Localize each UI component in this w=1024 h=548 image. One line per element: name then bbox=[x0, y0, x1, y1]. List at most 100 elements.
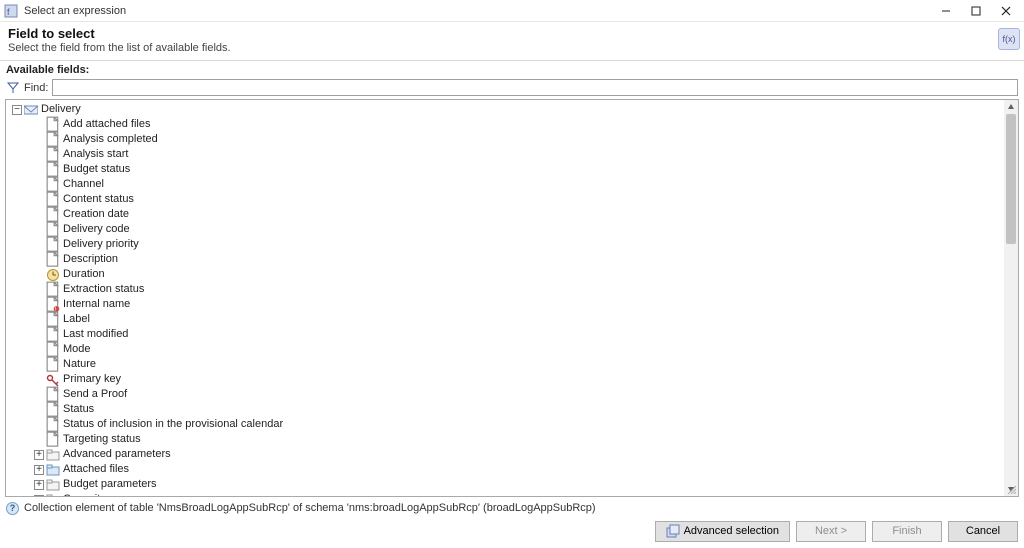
tree-item-label: Add attached files bbox=[63, 117, 150, 132]
vertical-scrollbar[interactable] bbox=[1004, 100, 1018, 496]
maximize-button[interactable] bbox=[962, 1, 990, 21]
expander-blank bbox=[34, 150, 44, 160]
expander-blank bbox=[34, 300, 44, 310]
expander-blank bbox=[34, 195, 44, 205]
tree-container: − Delivery Add attached filesAnalysis co… bbox=[5, 99, 1019, 497]
tree-item[interactable]: Creation date bbox=[6, 207, 1004, 222]
tree-item-label: Budget parameters bbox=[63, 477, 157, 492]
tree-root-delivery[interactable]: − Delivery bbox=[6, 102, 1004, 117]
doc-icon bbox=[46, 313, 60, 327]
minimize-button[interactable] bbox=[932, 1, 960, 21]
tree-item[interactable]: Status of inclusion in the provisional c… bbox=[6, 417, 1004, 432]
tree-item-label: Capacity bbox=[63, 492, 106, 496]
folder-icon bbox=[46, 493, 60, 497]
tree-item-label: Primary key bbox=[63, 372, 121, 387]
tree-item-label: Content status bbox=[63, 192, 134, 207]
tree-item-label: Status of inclusion in the provisional c… bbox=[63, 417, 283, 432]
tree[interactable]: − Delivery Add attached filesAnalysis co… bbox=[6, 100, 1004, 496]
tree-item-label: Analysis start bbox=[63, 147, 128, 162]
tree-item[interactable]: +Advanced parameters bbox=[6, 447, 1004, 462]
clock-icon bbox=[46, 268, 60, 282]
cancel-button[interactable]: Cancel bbox=[948, 521, 1018, 542]
doc-icon bbox=[46, 343, 60, 357]
expander-blank bbox=[34, 255, 44, 265]
close-button[interactable] bbox=[992, 1, 1020, 21]
expander-blank bbox=[34, 210, 44, 220]
tree-item[interactable]: Nature bbox=[6, 357, 1004, 372]
folder-icon bbox=[46, 478, 60, 492]
tree-item[interactable]: Content status bbox=[6, 192, 1004, 207]
tree-item-label: Duration bbox=[63, 267, 105, 282]
tree-item[interactable]: + Budget parameters bbox=[6, 477, 1004, 492]
expression-icon: f(x) bbox=[998, 28, 1020, 50]
doc-icon bbox=[46, 238, 60, 252]
tree-item[interactable]: Channel bbox=[6, 177, 1004, 192]
doc-icon bbox=[46, 118, 60, 132]
tree-item[interactable]: Targeting status bbox=[6, 432, 1004, 447]
doc-icon bbox=[46, 148, 60, 162]
tree-item[interactable]: Analysis start bbox=[6, 147, 1004, 162]
tree-item[interactable]: Add attached files bbox=[6, 117, 1004, 132]
expander-blank bbox=[34, 345, 44, 355]
app-icon: f bbox=[4, 4, 18, 18]
doc-icon bbox=[46, 178, 60, 192]
folder-blue-icon bbox=[46, 463, 60, 477]
expander-blank bbox=[34, 225, 44, 235]
delivery-icon bbox=[24, 104, 38, 116]
tree-item[interactable]: Send a Proof bbox=[6, 387, 1004, 402]
expander-plus-icon[interactable]: + bbox=[34, 465, 44, 475]
titlebar: f Select an expression bbox=[0, 0, 1024, 22]
expander-blank bbox=[34, 180, 44, 190]
tree-item[interactable]: +Attached files bbox=[6, 462, 1004, 477]
window-title: Select an expression bbox=[24, 5, 932, 17]
available-fields-label: Available fields: bbox=[0, 61, 1024, 78]
expander-blank bbox=[34, 240, 44, 250]
expander-blank bbox=[34, 120, 44, 130]
expander-plus-icon[interactable]: + bbox=[34, 450, 44, 460]
tree-item[interactable]: Primary key bbox=[6, 372, 1004, 387]
doc-icon bbox=[46, 253, 60, 267]
tree-item[interactable]: Label bbox=[6, 312, 1004, 327]
tree-item-label: Status bbox=[63, 402, 94, 417]
tree-item-label: Targeting status bbox=[63, 432, 141, 447]
tree-item-label: Nature bbox=[63, 357, 96, 372]
expander-plus-icon[interactable]: + bbox=[34, 495, 44, 497]
tree-item-label: Delivery priority bbox=[63, 237, 139, 252]
doc-icon bbox=[46, 283, 60, 297]
scroll-thumb[interactable] bbox=[1006, 114, 1016, 244]
find-input[interactable] bbox=[52, 79, 1018, 96]
doc-icon bbox=[46, 133, 60, 147]
doc-icon bbox=[46, 358, 60, 372]
tree-item[interactable]: Status bbox=[6, 402, 1004, 417]
doc-icon bbox=[46, 403, 60, 417]
tree-item[interactable]: Budget status bbox=[6, 162, 1004, 177]
expander-blank bbox=[34, 165, 44, 175]
tree-item[interactable]: Duration bbox=[6, 267, 1004, 282]
tree-item[interactable]: !Internal name bbox=[6, 297, 1004, 312]
page-title: Field to select bbox=[8, 26, 1016, 41]
next-button: Next > bbox=[796, 521, 866, 542]
scroll-up-icon[interactable] bbox=[1004, 100, 1018, 114]
expander-plus-icon[interactable]: + bbox=[34, 480, 44, 490]
tree-item-label: Extraction status bbox=[63, 282, 144, 297]
status-bar: ? Collection element of table 'NmsBroadL… bbox=[0, 499, 1024, 517]
expander-blank bbox=[34, 435, 44, 445]
expander-blank bbox=[34, 405, 44, 415]
tree-item[interactable]: Delivery code bbox=[6, 222, 1004, 237]
tree-item[interactable]: Analysis completed bbox=[6, 132, 1004, 147]
tree-item-label: Internal name bbox=[63, 297, 130, 312]
tree-item[interactable]: Mode bbox=[6, 342, 1004, 357]
expander-blank bbox=[34, 285, 44, 295]
status-text: Collection element of table 'NmsBroadLog… bbox=[24, 502, 596, 514]
expander-blank bbox=[34, 330, 44, 340]
tree-item[interactable]: Extraction status bbox=[6, 282, 1004, 297]
key-icon bbox=[46, 373, 60, 387]
tree-item[interactable]: Last modified bbox=[6, 327, 1004, 342]
expander-minus-icon[interactable]: − bbox=[12, 105, 22, 115]
tree-item-label: Mode bbox=[63, 342, 91, 357]
tree-item[interactable]: + Capacity bbox=[6, 492, 1004, 496]
tree-item-label: Send a Proof bbox=[63, 387, 127, 402]
advanced-selection-button[interactable]: Advanced selection bbox=[655, 521, 790, 542]
tree-item[interactable]: Description bbox=[6, 252, 1004, 267]
tree-item[interactable]: Delivery priority bbox=[6, 237, 1004, 252]
